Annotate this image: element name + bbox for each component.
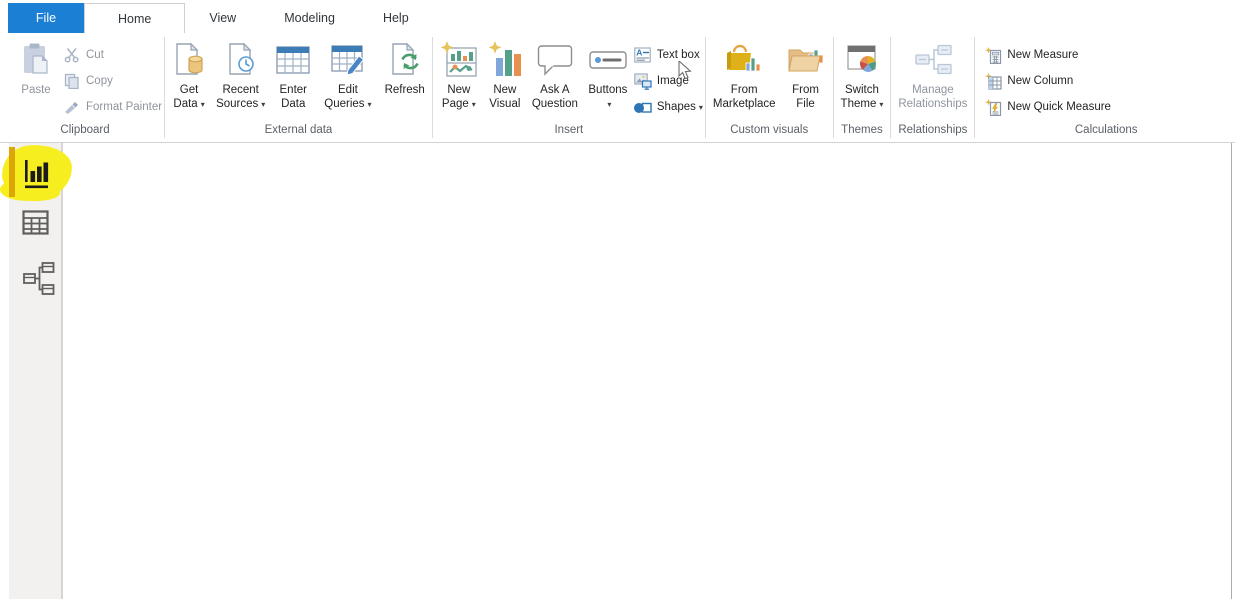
switch-theme-icon	[844, 40, 880, 80]
paste-icon	[20, 40, 52, 80]
from-marketplace-button[interactable]: From Marketplace	[708, 38, 781, 111]
tab-file[interactable]: File	[8, 3, 84, 33]
svg-text:A: A	[637, 48, 643, 58]
shapes-button[interactable]: Shapes ▾	[633, 94, 703, 120]
image-button[interactable]: Image	[633, 68, 703, 94]
group-divider	[974, 37, 976, 138]
image-icon	[633, 72, 653, 90]
group-label-external-data: External data	[264, 124, 333, 136]
recent-sources-button[interactable]: Recent Sources ▾	[211, 38, 270, 112]
enter-data-icon	[275, 40, 311, 80]
view-switcher-rail	[0, 143, 73, 599]
refresh-button[interactable]: Refresh	[380, 38, 430, 97]
data-view-icon	[22, 210, 49, 240]
group-divider	[431, 37, 433, 138]
power-bi-window: File Home View Modeling Help Paste Cut C…	[0, 0, 1235, 600]
dropdown-caret: ▾	[261, 100, 266, 109]
new-visual-icon	[488, 40, 522, 80]
from-marketplace-icon	[724, 40, 764, 80]
shapes-icon	[633, 99, 653, 115]
model-view-icon	[22, 262, 56, 302]
cut-button[interactable]: Cut	[62, 42, 162, 68]
ribbon-group-custom-visuals: From Marketplace From File Custom visual…	[708, 33, 831, 142]
dropdown-caret: ▾	[698, 102, 703, 112]
format-painter-button[interactable]: Format Painter	[62, 94, 162, 120]
manage-relationships-icon	[913, 40, 953, 80]
new-page-button[interactable]: New Page ▾	[435, 38, 483, 112]
dropdown-caret: ▾	[879, 100, 884, 109]
dropdown-caret: ▾	[607, 100, 612, 109]
group-label-insert: Insert	[554, 124, 584, 136]
ribbon-group-external-data: Get Data ▾ Recent Sources ▾ Enter Data E…	[167, 33, 430, 142]
new-column-button[interactable]: New Column	[983, 68, 1111, 94]
format-painter-icon	[62, 99, 82, 115]
group-divider	[704, 37, 706, 138]
dropdown-caret: ▾	[200, 100, 205, 109]
ribbon-group-calculations: New Measure New Column New Quick Measure…	[977, 33, 1235, 142]
report-view-icon	[22, 160, 52, 195]
cut-icon	[62, 47, 82, 63]
edit-queries-icon	[330, 40, 366, 80]
menu-tab-bar: File Home View Modeling Help	[0, 0, 1235, 33]
refresh-icon	[387, 40, 423, 80]
from-file-icon	[786, 40, 826, 80]
group-label-custom-visuals: Custom visuals	[730, 124, 809, 136]
ribbon-group-themes: Switch Theme ▾ Themes	[836, 33, 889, 142]
text-box-button[interactable]: A Text box	[633, 42, 703, 68]
dropdown-caret: ▾	[367, 100, 372, 109]
new-quick-measure-button[interactable]: New Quick Measure	[983, 94, 1111, 120]
data-view-button[interactable]	[22, 210, 49, 241]
group-label-themes: Themes	[841, 124, 883, 136]
ask-a-question-button[interactable]: Ask A Question	[527, 38, 583, 111]
ribbon-group-insert: New Page ▾ New Visual Ask A Question But…	[435, 33, 703, 142]
report-view-button[interactable]	[22, 157, 52, 196]
enter-data-button[interactable]: Enter Data	[270, 38, 316, 111]
new-quick-measure-icon	[983, 98, 1003, 116]
new-page-icon	[440, 40, 478, 80]
tab-home[interactable]: Home	[84, 3, 186, 33]
manage-relationships-button[interactable]: Manage Relationships	[893, 38, 972, 111]
group-divider	[832, 37, 834, 138]
get-data-button[interactable]: Get Data ▾	[167, 38, 211, 112]
tab-view[interactable]: View	[185, 3, 260, 33]
selected-view-indicator	[9, 147, 15, 197]
group-divider	[164, 37, 166, 138]
group-divider	[890, 37, 892, 138]
report-canvas[interactable]	[65, 143, 1235, 599]
new-measure-button[interactable]: New Measure	[983, 42, 1111, 68]
ribbon: Paste Cut Copy Format Painter Clipboard …	[0, 33, 1235, 143]
switch-theme-button[interactable]: Switch Theme ▾	[836, 38, 889, 112]
get-data-icon	[172, 40, 206, 80]
tab-help[interactable]: Help	[359, 3, 433, 33]
from-file-button[interactable]: From File	[781, 38, 831, 111]
ask-a-question-icon	[536, 40, 574, 80]
tab-modeling[interactable]: Modeling	[260, 3, 359, 33]
buttons-button[interactable]: Buttons ▾	[583, 38, 633, 112]
copy-button[interactable]: Copy	[62, 68, 162, 94]
buttons-icon	[588, 40, 628, 80]
new-measure-icon	[983, 46, 1003, 64]
recent-sources-icon	[224, 40, 258, 80]
text-box-icon: A	[633, 47, 653, 63]
model-view-button[interactable]	[22, 260, 56, 303]
ribbon-group-clipboard: Paste Cut Copy Format Painter Clipboard	[8, 33, 162, 142]
dropdown-caret: ▾	[471, 100, 476, 109]
edit-queries-button[interactable]: Edit Queries ▾	[319, 38, 376, 112]
group-label-relationships: Relationships	[898, 124, 968, 136]
canvas-right-edge	[1231, 143, 1232, 599]
copy-icon	[62, 73, 82, 89]
paste-button[interactable]: Paste	[8, 38, 62, 97]
group-label-clipboard: Clipboard	[60, 124, 110, 136]
new-visual-button[interactable]: New Visual	[483, 38, 527, 111]
group-label-calculations: Calculations	[1074, 124, 1138, 136]
new-column-icon	[983, 72, 1003, 90]
ribbon-group-relationships: Manage Relationships Relationships	[893, 33, 972, 142]
